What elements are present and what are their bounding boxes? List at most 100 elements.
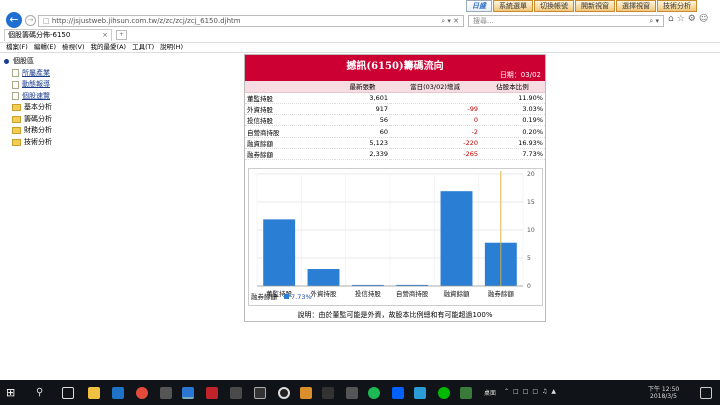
table-row: 董監持股 3,601 11.90% bbox=[245, 92, 545, 104]
tab-close-icon[interactable]: × bbox=[102, 30, 108, 41]
forward-button[interactable]: → bbox=[25, 15, 36, 26]
desktop-label[interactable]: 桌面 bbox=[484, 388, 496, 397]
new-window-link[interactable]: 開新視窗 bbox=[575, 0, 615, 12]
table-cell-latest: 56 bbox=[335, 114, 390, 127]
app-icon[interactable] bbox=[254, 387, 266, 399]
app-icon[interactable] bbox=[346, 387, 358, 399]
dropbox-icon[interactable] bbox=[392, 387, 404, 399]
sidebar-root[interactable]: 個股區 bbox=[4, 56, 154, 68]
sidebar-item-label: 財務分析 bbox=[24, 126, 52, 135]
back-button[interactable]: ← bbox=[6, 12, 22, 28]
table-cell-ratio: 3.03% bbox=[480, 103, 545, 116]
settings-icon[interactable]: ⚙ bbox=[688, 14, 699, 24]
sidebar-item-overview[interactable]: 個股速覽 bbox=[4, 91, 154, 103]
table-cell-label: 投信持股 bbox=[245, 114, 335, 127]
table-cell-ratio: 0.20% bbox=[480, 125, 545, 138]
app-icon[interactable] bbox=[460, 387, 472, 399]
taskbar: ⊞ ⚲ 桌面 ⌃□□□♫▲ 下午 12:50 2018/3/5 bbox=[0, 380, 720, 405]
line-icon[interactable] bbox=[438, 387, 450, 399]
sidebar-item-label[interactable]: 所屬產業 bbox=[22, 68, 50, 79]
home-icon[interactable]: ⌂ bbox=[668, 14, 677, 24]
table-header-row: 最新張數 當日(03/02)增減 佔股本比例 bbox=[245, 81, 545, 93]
ie-icon[interactable] bbox=[182, 387, 194, 399]
sidebar-item-label[interactable]: 個股速覽 bbox=[22, 91, 50, 102]
sidebar-item-basic[interactable]: 基本分析 bbox=[4, 102, 154, 114]
tray-icons[interactable]: ⌃□□□♫▲ bbox=[504, 388, 560, 395]
photos-icon[interactable] bbox=[230, 387, 242, 399]
sidebar-root-label: 個股區 bbox=[13, 57, 34, 66]
favorites-icon[interactable]: ☆ bbox=[677, 14, 688, 24]
table-row: 融券餘額 2,339 -265 7.73% bbox=[245, 148, 545, 161]
table-cell-label: 自營商持股 bbox=[245, 125, 335, 138]
folder-icon bbox=[12, 104, 21, 112]
folder-icon bbox=[12, 138, 21, 146]
technical-analysis-link[interactable]: 技術分析 bbox=[657, 0, 697, 12]
table-cell-change: 0 bbox=[390, 114, 480, 127]
table-header: 最新張數 bbox=[335, 81, 390, 93]
settings-icon[interactable] bbox=[160, 387, 172, 399]
app-icon[interactable] bbox=[322, 387, 334, 399]
menu-file[interactable]: 檔案(F) bbox=[6, 43, 28, 52]
switch-account-link[interactable]: 切換帳號 bbox=[534, 0, 574, 12]
notification-icon[interactable] bbox=[700, 387, 712, 399]
address-bar[interactable]: □ http://jsjustweb.jihsun.com.tw/z/zc/zc… bbox=[38, 15, 464, 27]
power-icon[interactable] bbox=[206, 387, 218, 399]
table-cell-latest: 5,123 bbox=[335, 137, 390, 149]
menu-edit[interactable]: 編輯(E) bbox=[34, 43, 56, 52]
table-cell-change: -220 bbox=[390, 137, 480, 149]
jihsun-logo[interactable]: 日盛 bbox=[466, 0, 492, 12]
table-header: 佔股本比例 bbox=[480, 81, 545, 93]
windows-start-icon[interactable]: ⊞ bbox=[6, 387, 18, 399]
clock-date[interactable]: 2018/3/5 bbox=[650, 393, 677, 400]
chrome-icon[interactable] bbox=[136, 387, 148, 399]
table-row: 投信持股 56 0 0.19% bbox=[245, 114, 545, 127]
search-dropdown-icon[interactable]: ⌕ ▾ bbox=[441, 17, 451, 25]
menu-help[interactable]: 說明(H) bbox=[160, 43, 183, 52]
file-explorer-icon[interactable] bbox=[88, 387, 100, 399]
table-cell-change: -265 bbox=[390, 148, 480, 161]
clock-time[interactable]: 下午 12:50 bbox=[648, 384, 679, 393]
table-row: 融資餘額 5,123 -220 16.93% bbox=[245, 137, 545, 149]
table-cell-label: 董監持股 bbox=[245, 92, 335, 104]
close-icon[interactable]: ✕ bbox=[453, 17, 459, 25]
y-tick-label: 0 bbox=[527, 283, 531, 290]
bar-4 bbox=[440, 191, 473, 286]
tab-active[interactable]: 個股籌碼分佈-6150 × bbox=[4, 29, 112, 41]
sidebar-item-news[interactable]: 動態報導 bbox=[4, 79, 154, 91]
sidebar-item-financial[interactable]: 財務分析 bbox=[4, 125, 154, 137]
select-window-link[interactable]: 選擇視窗 bbox=[616, 0, 656, 12]
sidebar-item-chips[interactable]: 籌碼分析 bbox=[4, 114, 154, 126]
y-tick-label: 10 bbox=[527, 227, 535, 234]
tab-title: 個股籌碼分佈-6150 bbox=[8, 31, 71, 39]
menu-view[interactable]: 檢視(V) bbox=[62, 43, 85, 52]
sidebar-item-industry[interactable]: 所屬產業 bbox=[4, 68, 154, 80]
browser-icons: ⌂☆⚙☺ bbox=[668, 14, 711, 24]
new-tab-button[interactable]: + bbox=[116, 30, 127, 40]
search-input[interactable]: 搜尋... ⌕ ▾ bbox=[468, 15, 664, 27]
search-icon[interactable]: ⚲ bbox=[36, 387, 48, 399]
task-view-icon[interactable] bbox=[62, 387, 74, 399]
media-icon[interactable] bbox=[278, 387, 290, 399]
table-cell-change: -2 bbox=[390, 125, 480, 138]
table-cell-latest: 917 bbox=[335, 103, 390, 116]
table-header bbox=[245, 81, 335, 93]
menu-tools[interactable]: 工具(T) bbox=[132, 43, 154, 52]
bar-chart-svg: 05101520董監持股 外資持股 投信持股 自營商持股 融資餘額 融券餘額融券餘額 7.7… bbox=[251, 171, 535, 301]
x-tick-label: 自營商持股 bbox=[396, 289, 429, 298]
bar-0 bbox=[263, 219, 296, 286]
app-icon[interactable] bbox=[414, 387, 426, 399]
system-menu-link[interactable]: 系統選單 bbox=[493, 0, 533, 12]
footnote: 說明：由於董監可能是外資，故股本比例總和有可能超過100% bbox=[297, 311, 493, 319]
table-row: 外資持股 917 -99 3.03% bbox=[245, 103, 545, 116]
sidebar-item-label: 基本分析 bbox=[24, 103, 52, 112]
smiley-icon[interactable]: ☺ bbox=[699, 14, 711, 24]
menu-bar: 檔案(F) 編輯(E) 檢視(V) 我的最愛(A) 工具(T) 說明(H) bbox=[0, 42, 720, 53]
sidebar-item-label[interactable]: 動態報導 bbox=[22, 79, 50, 90]
spotify-icon[interactable] bbox=[368, 387, 380, 399]
app-icon[interactable] bbox=[300, 387, 312, 399]
bar-chart: 0 5 10 15 20 董監持股 外資持股 投信持股 自營商持股 融資餘額 融券餘額 融券餘額 7.7… bbox=[248, 168, 543, 306]
sidebar-item-technical[interactable]: 技術分析 bbox=[4, 137, 154, 149]
search-icon[interactable]: ⌕ ▾ bbox=[649, 16, 659, 26]
edge-icon[interactable] bbox=[112, 387, 124, 399]
menu-favorites[interactable]: 我的最愛(A) bbox=[91, 43, 127, 52]
